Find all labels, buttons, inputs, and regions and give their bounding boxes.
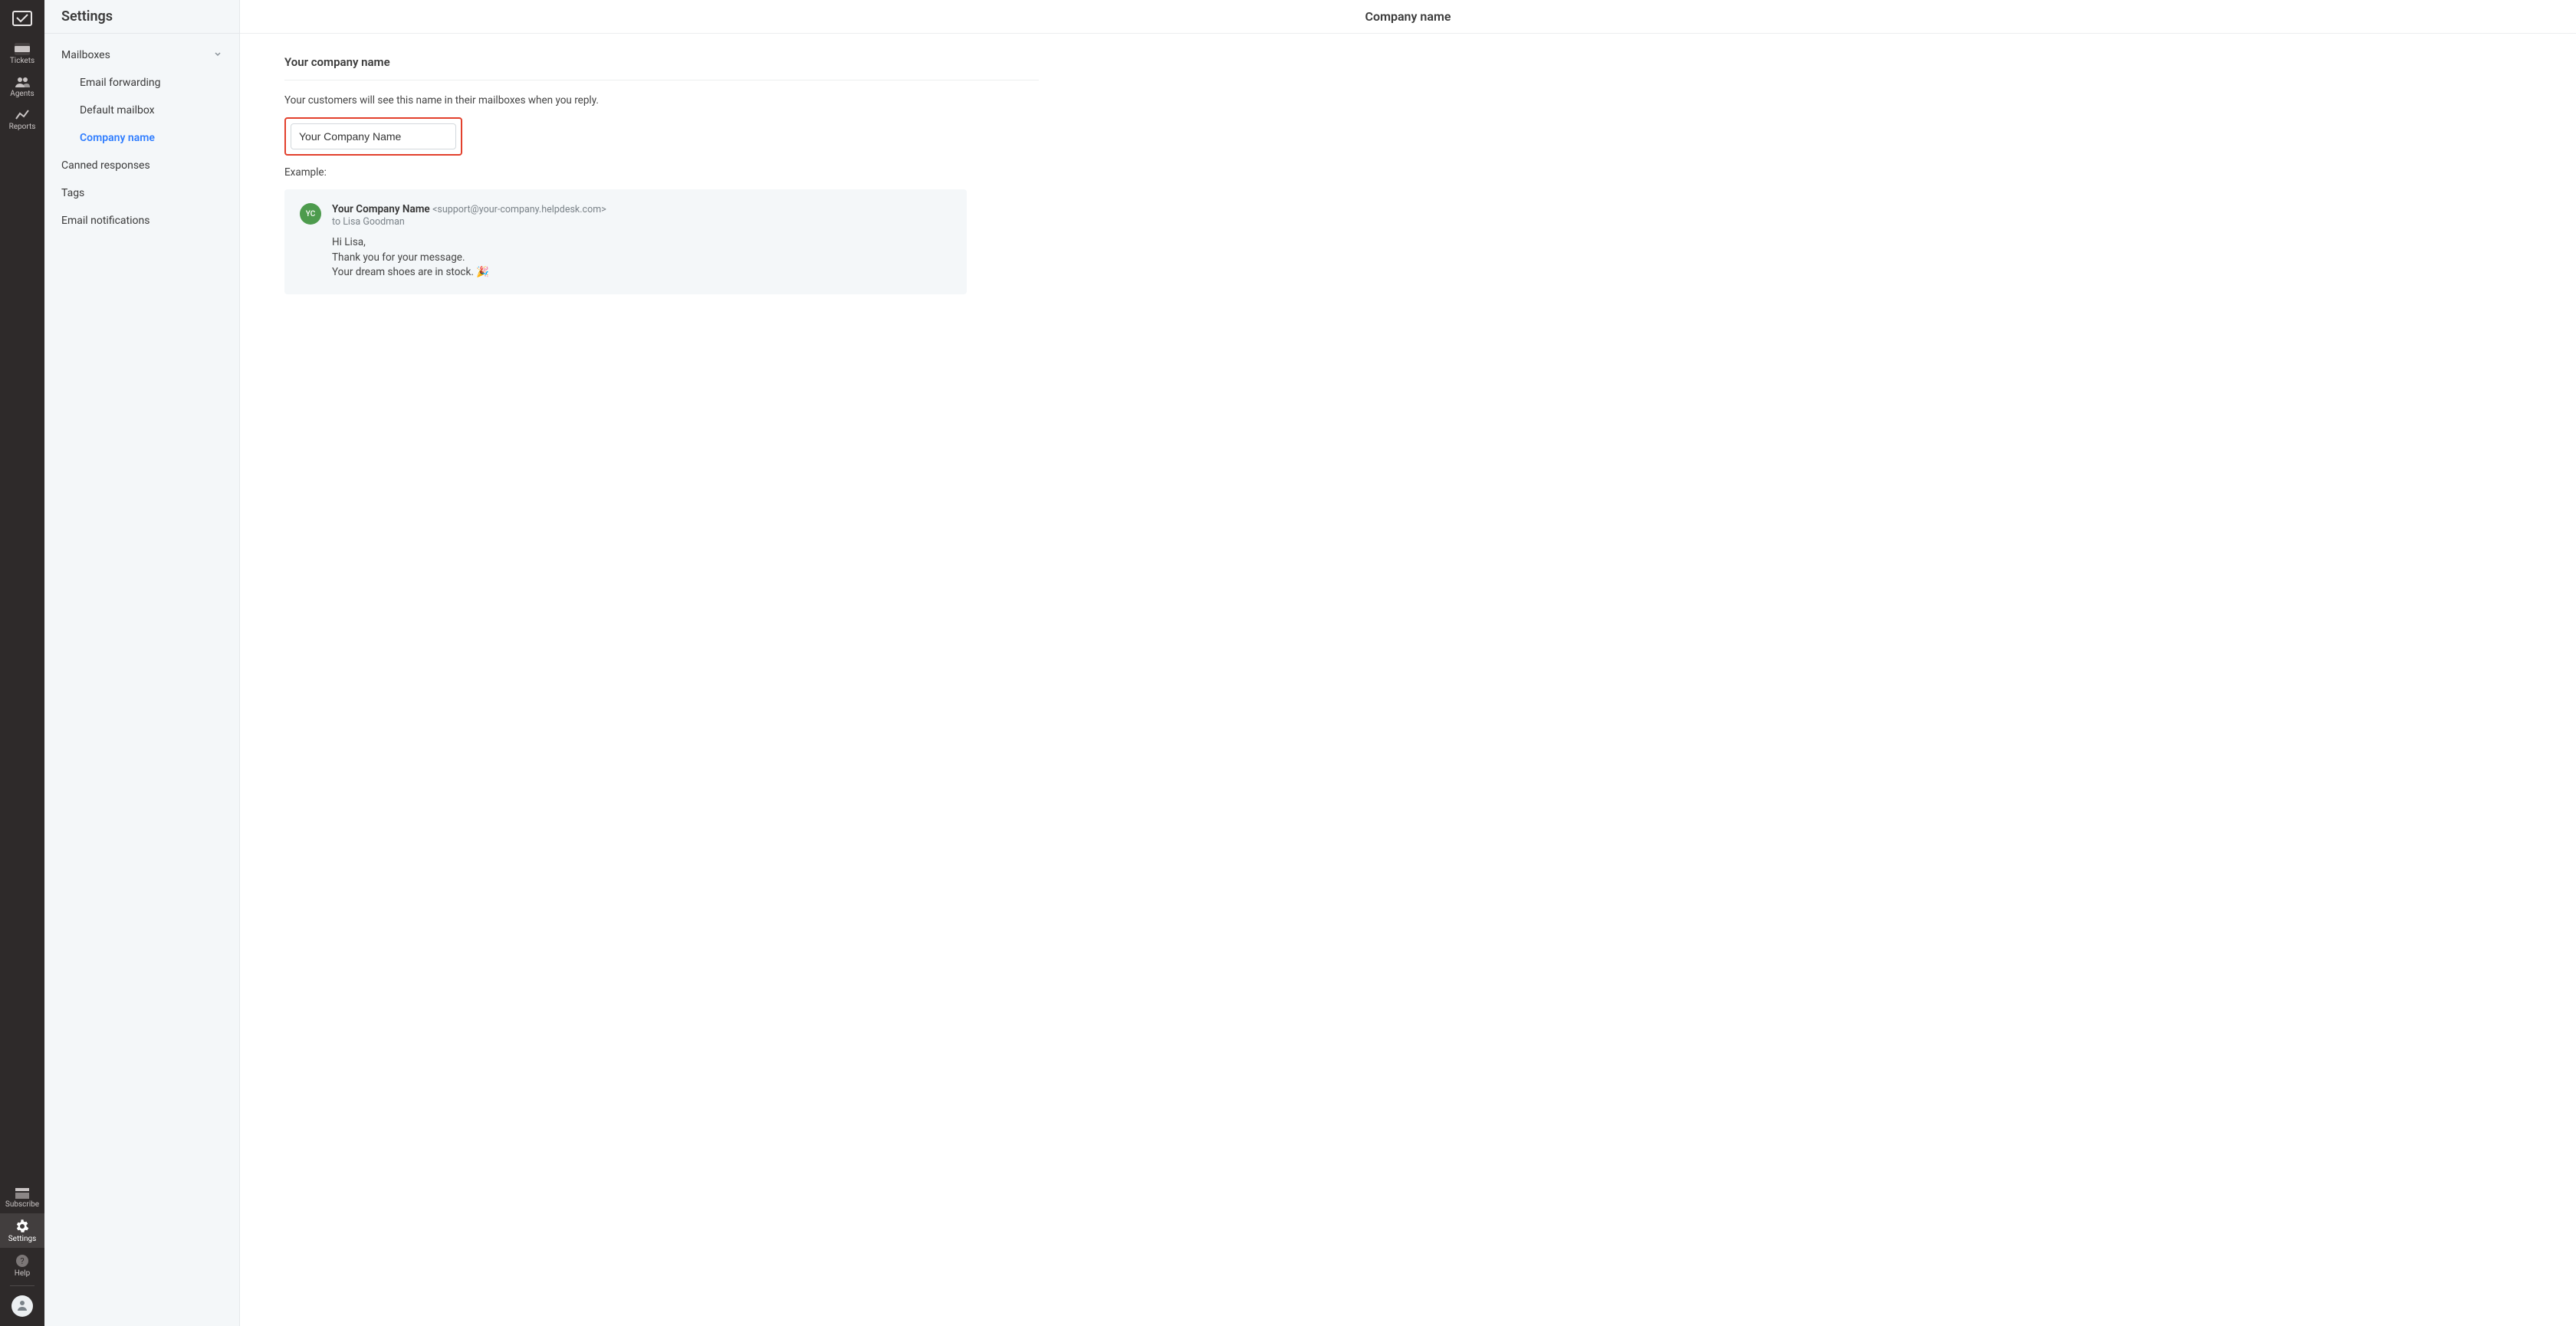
example-line-2: Thank you for your message. — [332, 251, 951, 266]
nav-label: Agents — [10, 90, 34, 98]
nav-account[interactable] — [0, 1289, 44, 1326]
example-avatar: YC — [300, 203, 321, 225]
section-title: Your company name — [284, 55, 1039, 80]
rail-separator — [10, 1285, 34, 1286]
example-line-1: Hi Lisa, — [332, 235, 951, 251]
sidebar-item-email-forwarding[interactable]: Email forwarding — [44, 69, 239, 97]
sidebar-item-email-notifications[interactable]: Email notifications — [44, 207, 239, 235]
chevron-down-icon — [213, 49, 222, 61]
agents-icon — [15, 76, 30, 88]
sidebar-group-label: Mailboxes — [61, 49, 110, 61]
example-from-name: Your Company Name — [332, 203, 430, 215]
settings-title: Settings — [44, 0, 239, 34]
subscribe-icon — [15, 1188, 29, 1199]
reports-icon — [15, 109, 30, 121]
nav-label: Subscribe — [5, 1200, 39, 1209]
svg-text:?: ? — [20, 1256, 24, 1266]
sidebar-item-default-mailbox[interactable]: Default mailbox — [44, 97, 239, 124]
app-logo — [0, 5, 44, 32]
sidebar-item-label: Email notifications — [61, 215, 150, 227]
party-emoji-icon: 🎉 — [476, 266, 489, 278]
nav-label: Reports — [9, 123, 36, 131]
sidebar-item-label: Default mailbox — [80, 104, 155, 117]
section-description: Your customers will see this name in the… — [284, 94, 1039, 107]
page-title: Company name — [240, 0, 2576, 34]
example-from-email: <support@your-company.helpdesk.com> — [432, 204, 606, 215]
sidebar-item-canned-responses[interactable]: Canned responses — [44, 152, 239, 179]
nav-help[interactable]: ? Help — [0, 1248, 44, 1282]
nav-tickets[interactable]: Tickets — [0, 37, 44, 70]
example-message: Hi Lisa, Thank you for your message. You… — [332, 235, 951, 281]
sidebar-item-label: Canned responses — [61, 159, 150, 172]
example-line-3: Your dream shoes are in stock. 🎉 — [332, 265, 951, 281]
gear-icon — [15, 1219, 29, 1233]
company-name-input[interactable] — [291, 123, 456, 149]
company-name-highlight — [284, 117, 462, 156]
settings-sidebar: Settings Mailboxes Email forwarding Defa… — [44, 0, 240, 1326]
nav-settings[interactable]: Settings — [0, 1213, 44, 1248]
nav-agents[interactable]: Agents — [0, 70, 44, 103]
ticket-icon — [15, 43, 30, 55]
nav-label: Settings — [8, 1235, 37, 1243]
nav-label: Help — [15, 1269, 30, 1278]
sidebar-group-mailboxes[interactable]: Mailboxes — [44, 41, 239, 69]
example-from-line: Your Company Name <support@your-company.… — [332, 203, 951, 215]
nav-subscribe[interactable]: Subscribe — [0, 1182, 44, 1213]
user-avatar-icon — [12, 1295, 33, 1317]
sidebar-item-label: Tags — [61, 187, 84, 199]
sidebar-item-label: Company name — [80, 132, 155, 144]
sidebar-item-tags[interactable]: Tags — [44, 179, 239, 207]
example-to-line: to Lisa Goodman — [332, 216, 951, 228]
example-preview-card: YC Your Company Name <support@your-compa… — [284, 189, 967, 294]
sidebar-item-label: Email forwarding — [80, 77, 161, 89]
nav-rail: Tickets Agents Reports Subscribe Setting… — [0, 0, 44, 1326]
example-label: Example: — [284, 166, 1039, 179]
help-icon: ? — [15, 1254, 29, 1268]
nav-label: Tickets — [10, 57, 34, 65]
nav-reports[interactable]: Reports — [0, 103, 44, 136]
main-panel: Company name Your company name Your cust… — [240, 0, 2576, 1326]
sidebar-item-company-name[interactable]: Company name — [44, 124, 239, 152]
